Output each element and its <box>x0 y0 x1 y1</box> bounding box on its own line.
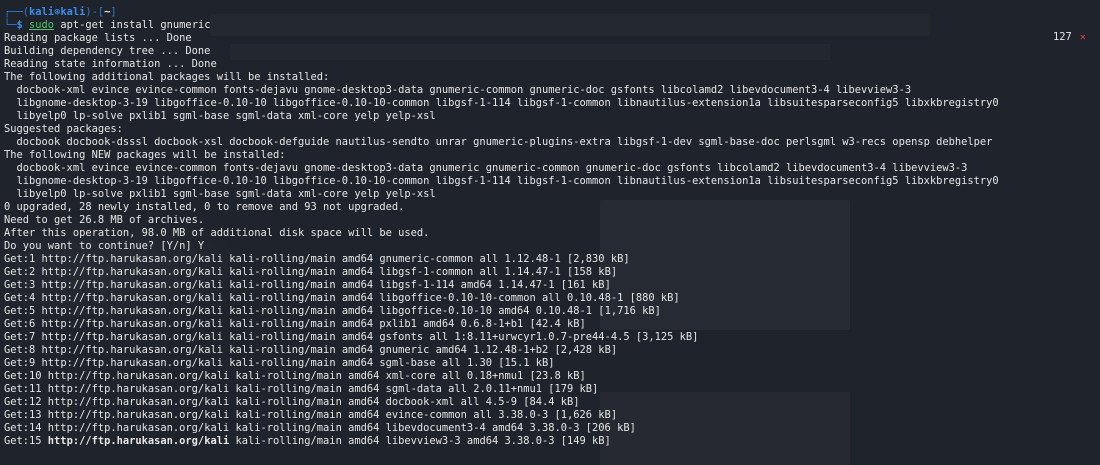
download-prefix: Get:15 <box>4 435 48 447</box>
download-line: Get:7 http://ftp.harukasan.org/kali kali… <box>4 331 1100 344</box>
download-prefix: Get:1 <box>4 253 42 265</box>
command-output: Reading package lists ... Done Building d… <box>4 32 1100 253</box>
download-url: http://ftp.harukasan.org/kali <box>41 344 223 356</box>
download-line: Get:14 http://ftp.harukasan.org/kali kal… <box>4 422 1100 435</box>
output-line: Reading state information ... Done <box>4 58 217 70</box>
download-detail: kali-rolling/main amd64 gsfonts all 1:8.… <box>222 331 699 343</box>
prompt-user: kali <box>29 6 55 18</box>
download-detail: kali-rolling/main amd64 xml-core all 0.1… <box>229 370 586 382</box>
download-detail: kali-rolling/main amd64 libevdocument3-4… <box>229 422 636 434</box>
output-line: The following additional packages will b… <box>4 71 330 83</box>
download-detail: kali-rolling/main amd64 pxlib1 amd64 0.6… <box>222 318 586 330</box>
output-line: The following NEW packages will be insta… <box>4 149 286 161</box>
output-line: libyelp0 lp-solve pxlib1 sgml-base sgml-… <box>4 110 436 122</box>
download-detail: kali-rolling/main amd64 sgml-base all 1.… <box>222 357 555 369</box>
download-list: Get:1 http://ftp.harukasan.org/kali kali… <box>4 253 1100 448</box>
download-prefix: Get:4 <box>4 292 42 304</box>
output-line: Do you want to continue? [Y/n] Y <box>4 240 205 252</box>
download-line: Get:11 http://ftp.harukasan.org/kali kal… <box>4 383 1100 396</box>
download-url: http://ftp.harukasan.org/kali <box>41 331 223 343</box>
download-prefix: Get:7 <box>4 331 42 343</box>
output-line: Suggested packages: <box>4 123 123 135</box>
download-prefix: Get:13 <box>4 409 48 421</box>
output-line: docbook-xml evince evince-common fonts-d… <box>4 162 968 174</box>
download-url: http://ftp.harukasan.org/kali <box>47 370 230 382</box>
download-prefix: Get:11 <box>4 383 48 395</box>
download-url: http://ftp.harukasan.org/kali <box>41 318 223 330</box>
output-line: Building dependency tree ... Done <box>4 45 211 57</box>
download-line: Get:12 http://ftp.harukasan.org/kali kal… <box>4 396 1100 409</box>
download-detail: kali-rolling/main amd64 sgml-data all 2.… <box>229 383 599 395</box>
prompt-separator: )-[ <box>85 6 105 18</box>
download-detail: kali-rolling/main amd64 evince-common al… <box>229 409 618 421</box>
download-prefix: Get:14 <box>4 422 48 434</box>
prompt-header: ┌──(kali⊛kali)-[~] <box>4 6 1100 19</box>
download-line: Get:13 http://ftp.harukasan.org/kali kal… <box>4 409 1100 422</box>
exit-code: 127 <box>1052 31 1072 43</box>
output-line: Need to get 26.8 MB of archives. <box>4 214 205 226</box>
download-line: Get:10 http://ftp.harukasan.org/kali kal… <box>4 370 1100 383</box>
download-url: http://ftp.harukasan.org/kali <box>41 253 223 265</box>
download-detail: kali-rolling/main amd64 libgoffice-0.10-… <box>222 305 661 317</box>
download-prefix: Get:3 <box>4 279 42 291</box>
download-url: http://ftp.harukasan.org/kali <box>47 409 230 421</box>
output-line: libgnome-desktop-3-19 libgoffice-0.10-10… <box>4 175 999 187</box>
download-detail: kali-rolling/main amd64 libgsf-1-114 amd… <box>222 279 611 291</box>
download-line: Get:4 http://ftp.harukasan.org/kali kali… <box>4 292 1100 305</box>
download-prefix: Get:2 <box>4 266 42 278</box>
download-line: Get:6 http://ftp.harukasan.org/kali kali… <box>4 318 1100 331</box>
terminal-window[interactable]: ┌──(kali⊛kali)-[~] └─$ sudo apt-get inst… <box>4 6 1100 465</box>
prompt-corner: ┌──( <box>4 6 30 18</box>
download-detail: kali-rolling/main amd64 libevview3-3 amd… <box>229 435 611 447</box>
output-line: Reading package lists ... Done <box>4 32 192 44</box>
download-url: http://ftp.harukasan.org/kali <box>47 435 230 447</box>
download-line: Get:1 http://ftp.harukasan.org/kali kali… <box>4 253 1100 266</box>
download-detail: kali-rolling/main amd64 libgsf-1-common … <box>222 266 618 278</box>
download-prefix: Get:9 <box>4 357 42 369</box>
output-line: libgnome-desktop-3-19 libgoffice-0.10-10… <box>4 97 999 109</box>
download-line: Get:8 http://ftp.harukasan.org/kali kali… <box>4 344 1100 357</box>
command-line: └─$ sudo apt-get install gnumeric <box>4 19 1100 32</box>
error-icon: ✕ <box>1079 31 1086 43</box>
download-detail: kali-rolling/main amd64 docbook-xml all … <box>229 396 580 408</box>
output-line: After this operation, 98.0 MB of additio… <box>4 227 430 239</box>
download-url: http://ftp.harukasan.org/kali <box>47 422 230 434</box>
download-prefix: Get:8 <box>4 344 42 356</box>
download-url: http://ftp.harukasan.org/kali <box>41 266 223 278</box>
prompt-end: ] <box>110 6 117 18</box>
download-detail: kali-rolling/main amd64 libgoffice-0.10-… <box>222 292 680 304</box>
download-line: Get:3 http://ftp.harukasan.org/kali kali… <box>4 279 1100 292</box>
prompt-host: kali <box>60 6 86 18</box>
download-prefix: Get:6 <box>4 318 42 330</box>
download-detail: kali-rolling/main amd64 gnumeric-common … <box>222 253 630 265</box>
download-url: http://ftp.harukasan.org/kali <box>41 357 223 369</box>
download-url: http://ftp.harukasan.org/kali <box>41 279 223 291</box>
download-url: http://ftp.harukasan.org/kali <box>41 292 223 304</box>
download-prefix: Get:5 <box>4 305 42 317</box>
prompt-arrow: └─ <box>4 19 17 31</box>
download-url: http://ftp.harukasan.org/kali <box>41 305 223 317</box>
download-line: Get:5 http://ftp.harukasan.org/kali kali… <box>4 305 1100 318</box>
download-line: Get:9 http://ftp.harukasan.org/kali kali… <box>4 357 1100 370</box>
sudo-keyword: sudo <box>29 19 55 31</box>
output-line: 0 upgraded, 28 newly installed, 0 to rem… <box>4 201 405 213</box>
output-line: docbook docbook-dsssl docbook-xsl docboo… <box>4 136 993 148</box>
download-prefix: Get:12 <box>4 396 48 408</box>
download-detail: kali-rolling/main amd64 gnumeric amd64 1… <box>222 344 618 356</box>
download-line: Get:2 http://ftp.harukasan.org/kali kali… <box>4 266 1100 279</box>
command-text: apt-get install gnumeric <box>54 19 211 31</box>
download-url: http://ftp.harukasan.org/kali <box>47 383 230 395</box>
download-url: http://ftp.harukasan.org/kali <box>47 396 230 408</box>
download-prefix: Get:10 <box>4 370 48 382</box>
prompt-dollar: $ <box>16 19 30 31</box>
exit-status: 127 ✕ <box>1053 31 1086 44</box>
download-line: Get:15 http://ftp.harukasan.org/kali kal… <box>4 435 1100 448</box>
output-line: libyelp0 lp-solve pxlib1 sgml-base sgml-… <box>4 188 436 200</box>
output-line: docbook-xml evince evince-common fonts-d… <box>4 84 912 96</box>
